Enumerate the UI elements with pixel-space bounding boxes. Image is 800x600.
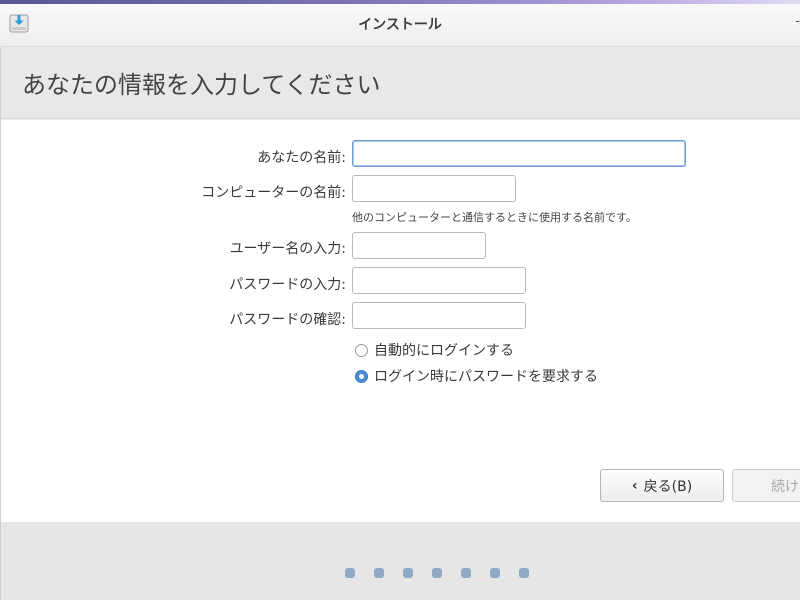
continue-button[interactable]: 続け [732,469,800,502]
username-label: ユーザー名の入力: [229,241,346,257]
progress-footer [0,522,800,600]
computer-name-hint: 他のコンピューターと通信するときに使用する名前です。 [352,211,637,224]
require-password-label: ログイン時にパスワードを要求する [374,369,598,385]
computer-name-field[interactable] [352,175,516,202]
confirm-password-label: パスワードの確認: [229,312,346,328]
auto-login-option[interactable]: 自動的にログインする [355,340,514,360]
progress-dots [345,568,529,578]
username-field[interactable] [352,232,486,259]
confirm-password-field[interactable] [352,302,526,329]
desktop-background-strip [0,0,800,4]
window-control-partial[interactable]: - [795,14,800,29]
require-password-option[interactable]: ログイン時にパスワードを要求する [355,366,598,386]
progress-dot [374,568,384,578]
auto-login-radio[interactable] [355,343,368,357]
require-password-radio[interactable] [355,369,368,383]
progress-dot [461,568,471,578]
window-titlebar: インストール - [0,0,800,47]
computer-name-label: コンピューターの名前: [201,185,346,201]
continue-button-label: 続け [771,478,799,495]
page-title: あなたの情報を入力してください [22,71,381,99]
chevron-left-icon: ‹ [631,477,638,494]
name-label: あなたの名前: [257,150,346,166]
progress-dot [519,568,529,578]
progress-dot [345,568,355,578]
back-button[interactable]: ‹ 戻る(B) [600,469,724,502]
form-area: あなたの名前: コンピューターの名前: 他のコンピューターと通信するときに使用す… [0,120,800,522]
password-field[interactable] [352,267,526,294]
progress-dot [490,568,500,578]
name-field[interactable] [352,140,686,167]
progress-dot [403,568,413,578]
password-label: パスワードの入力: [229,277,346,293]
page-header: あなたの情報を入力してください [0,47,800,119]
window-left-border [0,47,1,600]
auto-login-label: 自動的にログインする [374,343,514,359]
back-button-label: 戻る(B) [643,478,693,495]
window-title: インストール [358,17,442,33]
progress-dot [432,568,442,578]
